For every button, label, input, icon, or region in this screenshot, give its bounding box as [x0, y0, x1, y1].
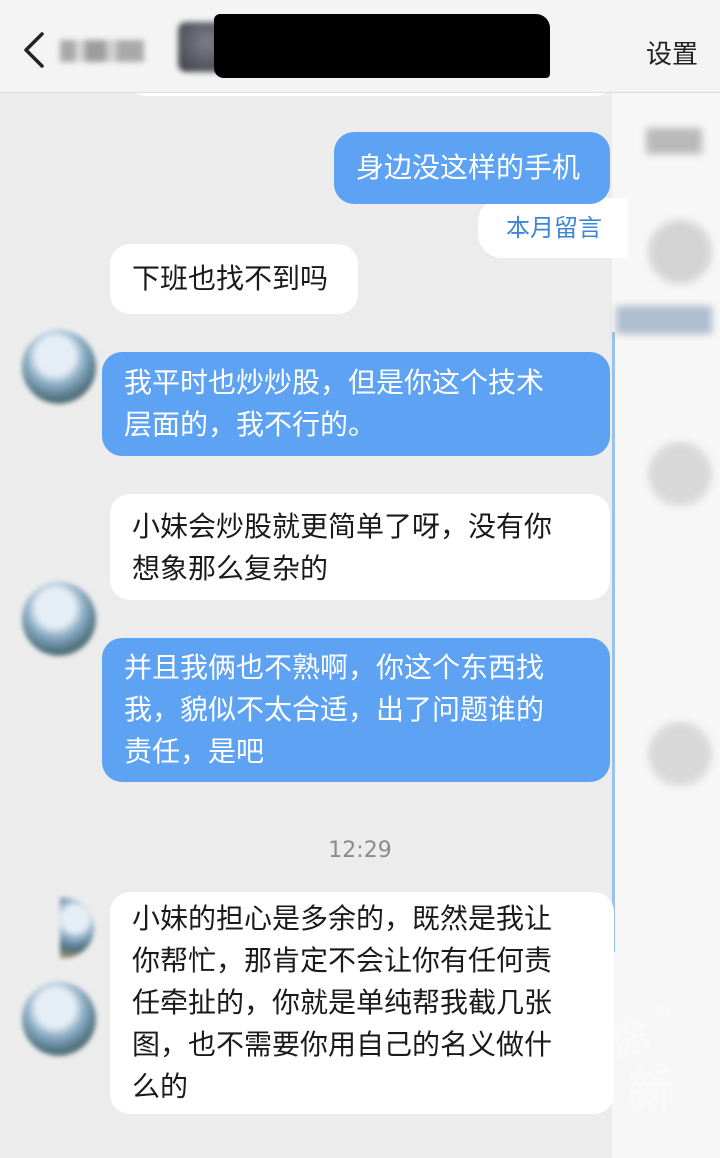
blurred-avatar [648, 220, 712, 284]
back-button[interactable] [20, 30, 60, 70]
blurred-avatar [648, 722, 712, 786]
message-text: 想象那么复杂的 [132, 552, 329, 585]
message-text: 图，也不需要你用自己的名义做什 [132, 1028, 553, 1061]
sender-avatar[interactable] [22, 582, 96, 656]
background-panel [612, 92, 720, 1158]
redacted-contact-name [214, 14, 550, 78]
message-text: 身边没这样的手机 [356, 151, 581, 184]
message-text: 责任，是吧 [124, 735, 265, 768]
chevron-left-icon [24, 32, 44, 68]
settings-button[interactable]: 设置 [646, 34, 698, 71]
sender-avatar [60, 898, 94, 958]
message-text: 么的 [132, 1070, 189, 1103]
message-text: 我，貌似不太合适，出了问题谁的 [124, 693, 545, 726]
message-bubble-incoming[interactable]: 小妹的担心是多余的，既然是我让 你帮忙，那肯定不会让你有任何责 任牵扯的，你就是… [110, 892, 614, 1114]
message-text: 层面的，我不行的。 [124, 408, 377, 441]
message-bubble-outgoing[interactable]: 身边没这样的手机 [334, 132, 610, 204]
sender-avatar[interactable] [22, 982, 96, 1056]
blurred-avatar [648, 442, 712, 506]
message-bubble-incoming[interactable]: 下班也找不到吗 [110, 244, 358, 314]
message-bubble-outgoing[interactable]: 我平时也炒炒股，但是你这个技术 层面的，我不行的。 [102, 352, 610, 456]
message-text: 你帮忙，那肯定不会让你有任何责 [132, 944, 553, 977]
blurred-back-label [60, 40, 144, 62]
chat-header: 设置 [0, 0, 720, 93]
message-text: 并且我俩也不熟啊，你这个东西找 [124, 651, 545, 684]
message-text: 任牵扯的，你就是单纯帮我截几张 [132, 986, 553, 1019]
message-bubble-incoming[interactable]: 小妹会炒股就更简单了呀，没有你 想象那么复杂的 [110, 494, 610, 600]
message-text: 小妹的担心是多余的，既然是我让 [132, 902, 553, 935]
sender-avatar[interactable] [22, 330, 96, 404]
blurred-text [646, 128, 702, 154]
blurred-text [616, 306, 712, 334]
monthly-message-chip[interactable]: 本月留言 [478, 198, 628, 258]
message-text: 我平时也炒炒股，但是你这个技术 [124, 366, 545, 399]
message-bubble-outgoing[interactable]: 并且我俩也不熟啊，你这个东西找 我，貌似不太合适，出了问题谁的 责任，是吧 [102, 638, 610, 782]
message-timestamp: 12:29 [328, 838, 392, 863]
message-text: 下班也找不到吗 [132, 262, 329, 295]
message-text: 小妹会炒股就更简单了呀，没有你 [132, 510, 553, 543]
